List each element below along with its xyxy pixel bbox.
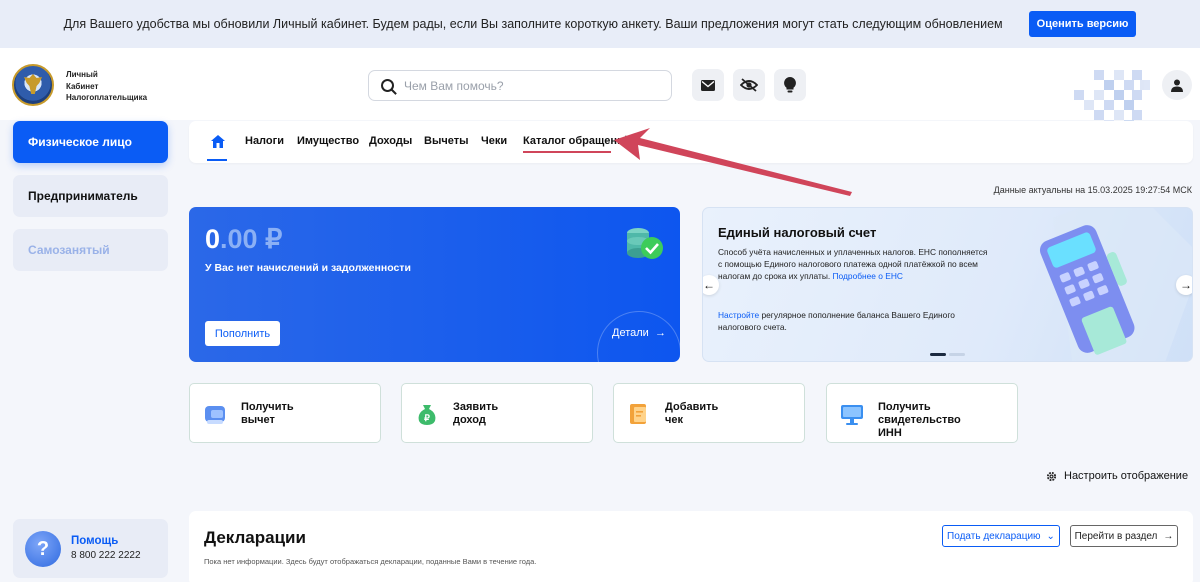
rate-version-button[interactable]: Оценить версию (1028, 11, 1137, 37)
configure-display-label: Настроить отображение (1064, 470, 1189, 482)
ens-description: Способ учёта начисленных и уплаченных на… (718, 247, 988, 281)
sidebar-item-individual[interactable]: Физическое лицо (13, 121, 168, 163)
goto-section-button[interactable]: Перейти в раздел → (1070, 525, 1178, 547)
eye-off-icon (740, 78, 758, 92)
quick-action-add-receipt[interactable]: Добавить чек (613, 383, 805, 443)
quick-action-inn-certificate[interactable]: Получить свидетельство ИНН (826, 383, 1018, 443)
help-phone: 8 800 222 2222 (71, 550, 141, 561)
sidebar-item-entrepreneur[interactable]: Предприниматель (13, 175, 168, 217)
quick-action-declare-income[interactable]: ₽ Заявить доход (401, 383, 593, 443)
nav-income[interactable]: Доходы (369, 135, 412, 147)
fns-emblem-logo[interactable] (12, 64, 54, 106)
carousel-dot[interactable] (930, 353, 946, 356)
ens-more-link[interactable]: Подробнее о ЕНС (833, 271, 903, 281)
ens-setup-text: Настройте регулярное пополнение баланса … (718, 310, 955, 332)
ens-setup-link[interactable]: Настройте (718, 310, 759, 320)
declarations-title: Декларации (204, 528, 306, 547)
quick-action-deduction[interactable]: Получить вычет (189, 383, 381, 443)
carousel-dot[interactable] (949, 353, 965, 356)
messages-button[interactable] (692, 69, 724, 101)
balance-amount: 0.00 ₽ (205, 224, 283, 254)
receipt-icon (630, 404, 646, 424)
declarations-empty-note: Пока нет информации. Здесь будут отображ… (204, 557, 537, 566)
declarations-section: Декларации Пока нет информации. Здесь бу… (189, 511, 1193, 582)
logo-line-1: Личный (66, 70, 98, 79)
carousel-dots (930, 353, 965, 356)
help-widget[interactable]: ? Помощь 8 800 222 2222 (13, 519, 168, 578)
update-banner: Для Вашего удобства мы обновили Личный к… (0, 0, 1200, 48)
question-icon: ? (25, 531, 61, 567)
details-link[interactable]: Детали → (612, 327, 666, 339)
user-icon (1171, 79, 1183, 92)
lightbulb-icon (784, 77, 796, 93)
balance-message: У Вас нет начислений и задолженности (205, 262, 411, 274)
svg-text:₽: ₽ (424, 413, 430, 423)
banner-text: Для Вашего удобства мы обновили Личный к… (63, 17, 1003, 31)
logo-line-3: Налогоплательщика (66, 93, 148, 102)
sidebar-item-self-employed[interactable]: Самозанятый (13, 229, 168, 271)
annotation-arrow-icon (614, 128, 852, 196)
wallet-icon (205, 406, 225, 424)
home-active-indicator (207, 159, 227, 161)
search-box[interactable] (368, 70, 672, 101)
quick-action-label: Получить свидетельство ИНН (878, 401, 961, 439)
ens-card: Единый налоговый счет Способ учёта начис… (702, 207, 1193, 362)
monitor-icon (841, 405, 863, 425)
header: Личный Кабинет Налогоплательщика (0, 48, 1200, 130)
ruble-bag-icon: ₽ (418, 405, 436, 425)
accessibility-button[interactable] (733, 69, 765, 101)
chevron-down-icon: ⌄ (1046, 530, 1055, 542)
carousel-next-arrow-icon[interactable]: → (1176, 275, 1192, 295)
help-title: Помощь (71, 535, 119, 547)
topup-button[interactable]: Пополнить (205, 321, 280, 346)
submit-declaration-button[interactable]: Подать декларацию ⌄ (942, 525, 1060, 547)
quick-action-label: Получить вычет (241, 401, 294, 426)
balance-card: 0.00 ₽ У Вас нет начислений и задолженно… (189, 207, 680, 362)
quick-action-label: Добавить чек (665, 401, 719, 426)
quick-action-label: Заявить доход (453, 401, 499, 426)
ens-title: Единый налоговый счет (718, 225, 877, 240)
configure-display-button[interactable]: Настроить отображение (1046, 470, 1188, 482)
carousel-prev-arrow-icon[interactable]: ← (703, 275, 719, 295)
annotation-underline (523, 151, 611, 153)
data-timestamp: Данные актуальны на 15.03.2025 19:27:54 … (993, 185, 1192, 195)
logo-text[interactable]: Личный Кабинет Налогоплательщика (66, 69, 147, 104)
envelope-icon (701, 79, 715, 91)
gear-icon (1046, 471, 1057, 481)
profile-button[interactable] (1162, 70, 1192, 100)
home-icon[interactable] (211, 135, 225, 148)
payment-terminal-illustration (1039, 208, 1192, 361)
nav-receipts[interactable]: Чеки (481, 135, 507, 147)
logo-line-2: Кабинет (66, 81, 99, 91)
arrow-right-icon: → (1163, 530, 1174, 542)
coins-check-icon (627, 228, 663, 259)
search-icon (381, 79, 394, 92)
arrow-right-icon: → (654, 327, 666, 339)
nav-taxes[interactable]: Налоги (245, 135, 284, 147)
search-input[interactable] (404, 78, 654, 93)
tips-button[interactable] (774, 69, 806, 101)
nav-property[interactable]: Имущество (297, 135, 359, 147)
nav-deductions[interactable]: Вычеты (424, 135, 468, 147)
